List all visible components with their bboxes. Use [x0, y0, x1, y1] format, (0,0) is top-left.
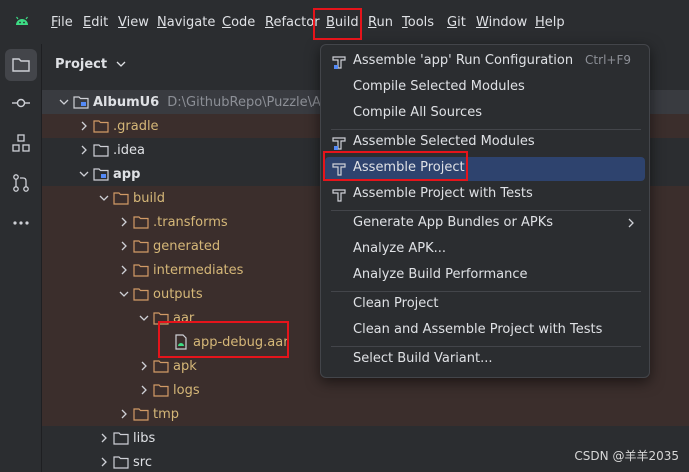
folder-icon: [132, 214, 150, 230]
chevron-right-icon[interactable]: [96, 454, 112, 470]
menu-item-compile-selected-modules[interactable]: Compile Selected Modules: [325, 76, 645, 100]
folder-icon: [152, 358, 170, 374]
chevron-down-icon[interactable]: [56, 94, 72, 110]
folder-icon: [92, 142, 110, 158]
chevron-right-icon[interactable]: [96, 430, 112, 446]
folder-icon: [132, 286, 150, 302]
menu-edit[interactable]: Edit: [83, 13, 108, 33]
structure-icon: [12, 134, 30, 152]
hammer-icon: [332, 163, 346, 176]
folder-icon: [112, 430, 130, 446]
module-folder-icon: [92, 166, 110, 182]
menu-help[interactable]: Help: [535, 13, 565, 33]
menu-run[interactable]: Run: [368, 13, 393, 33]
watermark: CSDN @羊羊2035: [574, 449, 679, 463]
build-menu-dropdown: Assemble 'app' Run Configuration Ctrl+F9…: [320, 44, 650, 378]
pull-requests-icon: [13, 174, 29, 192]
menu-item-assemble-project[interactable]: Assemble Project: [325, 157, 645, 181]
tree-row-tmp[interactable]: tmp: [42, 402, 689, 426]
chevron-right-icon[interactable]: [116, 406, 132, 422]
menu-item-analyze-apk[interactable]: Analyze APK...: [325, 238, 645, 262]
module-folder-icon: [72, 94, 90, 110]
menu-refactor[interactable]: Refactor: [265, 13, 320, 33]
chevron-down-icon[interactable]: [76, 166, 92, 182]
menu-item-assemble-app-run-config[interactable]: Assemble 'app' Run Configuration Ctrl+F9: [325, 50, 645, 74]
folder-icon: [132, 406, 150, 422]
menu-window[interactable]: Window: [476, 13, 527, 33]
tool-window-strip: [0, 44, 42, 472]
chevron-right-icon[interactable]: [116, 238, 132, 254]
chevron-down-icon[interactable]: [136, 310, 152, 326]
menu-item-clean-assemble-with-tests[interactable]: Clean and Assemble Project with Tests: [325, 319, 645, 343]
folder-icon: [112, 190, 130, 206]
folder-icon: [152, 382, 170, 398]
commit-icon: [12, 98, 30, 108]
menu-navigate[interactable]: Navigate: [157, 13, 215, 33]
project-view-selector[interactable]: Project: [55, 57, 126, 72]
menu-item-assemble-project-with-tests[interactable]: Assemble Project with Tests: [325, 183, 645, 207]
menu-separator: [331, 210, 641, 211]
more-tool-windows-button[interactable]: [5, 207, 37, 239]
file-icon: [172, 334, 190, 350]
menu-item-generate-app-bundles[interactable]: Generate App Bundles or APKs: [325, 212, 645, 236]
menu-file[interactable]: File: [51, 13, 73, 33]
menu-item-analyze-build-performance[interactable]: Analyze Build Performance: [325, 264, 645, 288]
hammer-icon: [332, 137, 346, 150]
menu-bar: File Edit View Navigate Code Refactor Bu…: [0, 0, 689, 44]
menu-build[interactable]: Build: [326, 13, 359, 33]
chevron-right-icon[interactable]: [136, 358, 152, 374]
menu-tools[interactable]: Tools: [402, 13, 434, 33]
menu-git[interactable]: Git: [447, 13, 466, 33]
folder-icon: [132, 238, 150, 254]
chevron-right-icon[interactable]: [116, 262, 132, 278]
folder-icon: [112, 454, 130, 470]
folder-icon: [92, 118, 110, 134]
chevron-right-icon: [628, 218, 634, 228]
more-icon: [13, 221, 29, 225]
chevron-down-icon[interactable]: [96, 190, 112, 206]
chevron-right-icon[interactable]: [116, 214, 132, 230]
chevron-down-icon[interactable]: [116, 286, 132, 302]
commit-tool-button[interactable]: [5, 87, 37, 119]
menu-item-compile-all-sources[interactable]: Compile All Sources: [325, 102, 645, 126]
menu-item-select-build-variant[interactable]: Select Build Variant...: [325, 348, 645, 372]
tree-row-logs[interactable]: logs: [42, 378, 689, 402]
chevron-down-icon: [116, 61, 126, 67]
menu-view[interactable]: View: [118, 13, 149, 33]
menu-item-assemble-selected-modules[interactable]: Assemble Selected Modules: [325, 131, 645, 155]
folder-icon: [12, 58, 30, 72]
android-studio-logo-icon: [16, 16, 28, 25]
panel-scrollbar[interactable]: [649, 92, 663, 114]
chevron-right-icon[interactable]: [76, 142, 92, 158]
structure-tool-button[interactable]: [5, 127, 37, 159]
folder-icon: [132, 262, 150, 278]
menu-separator: [331, 346, 641, 347]
menu-item-clean-project[interactable]: Clean Project: [325, 293, 645, 317]
hammer-icon: [332, 56, 346, 69]
chevron-right-icon[interactable]: [76, 118, 92, 134]
menu-code[interactable]: Code: [222, 13, 255, 33]
chevron-right-icon[interactable]: [136, 382, 152, 398]
project-tool-button[interactable]: [5, 49, 37, 81]
menu-separator: [331, 129, 641, 130]
folder-icon: [152, 310, 170, 326]
pull-requests-tool-button[interactable]: [5, 167, 37, 199]
menu-separator: [331, 291, 641, 292]
hammer-icon: [332, 189, 346, 202]
